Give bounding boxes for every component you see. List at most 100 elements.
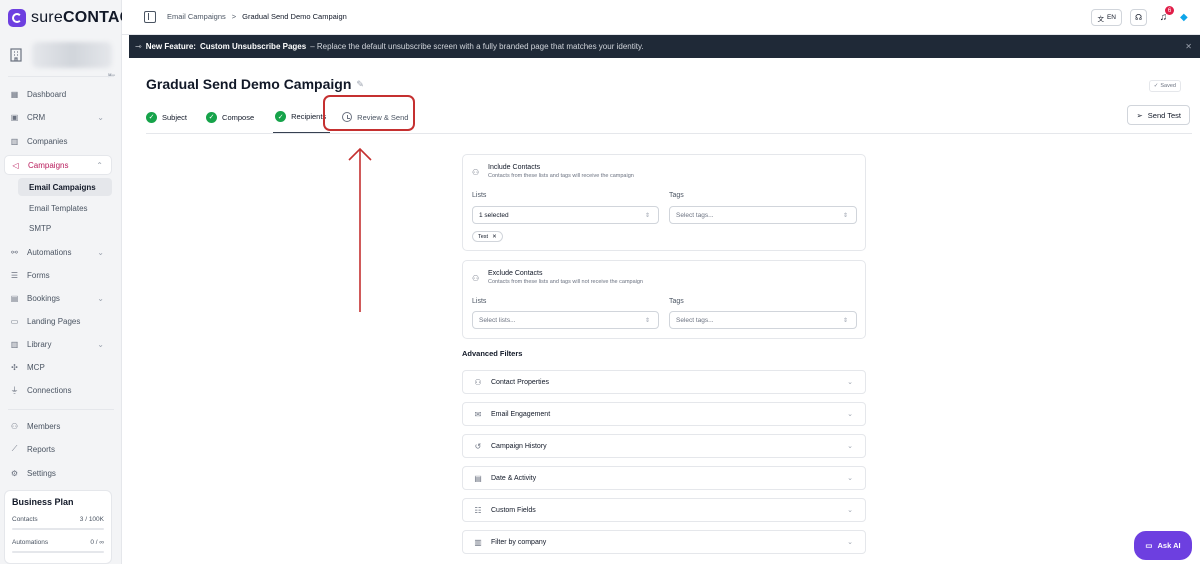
filter-campaign-history[interactable]: ↺ Campaign History ⌄	[462, 434, 866, 458]
user-icon: ⚇	[474, 377, 482, 387]
filter-contact-properties[interactable]: ⚇ Contact Properties ⌄	[462, 370, 866, 394]
exclude-tags-placeholder: Select tags...	[676, 316, 714, 324]
sidebar-item-dashboard[interactable]: ▦ Dashboard	[4, 84, 112, 104]
chevron-down-icon: ⌄	[97, 339, 104, 349]
remove-chip-icon[interactable]: ✕	[492, 234, 497, 240]
sidebar-item-campaigns[interactable]: ◁ Campaigns ⌃	[4, 155, 112, 175]
saved-status-badge: ✓ Saved	[1148, 80, 1181, 92]
sidebar-item-label: Reports	[27, 444, 56, 454]
check-circle-icon: ✓	[146, 111, 157, 123]
building-icon: ▥	[10, 136, 19, 146]
sidebar-item-label: Landing Pages	[27, 316, 81, 326]
include-lists-label: Lists	[472, 192, 487, 199]
sparkle-icon: ⇾	[135, 42, 142, 51]
members-icon: ⚇	[10, 421, 19, 431]
send-test-button[interactable]: ➢ Send Test	[1127, 105, 1190, 125]
close-icon[interactable]: ✕	[1185, 42, 1192, 51]
sidebar-item-crm[interactable]: ▣ CRM ⌄	[4, 107, 112, 127]
edit-pencil-icon[interactable]: ✎	[356, 79, 364, 90]
sidebar-item-label: Automations	[27, 247, 72, 257]
chevron-updown-icon: ⇕	[644, 212, 650, 219]
contacts-usage-bar	[12, 528, 104, 530]
workflow-icon: ⚯	[11, 247, 18, 257]
send-test-label: Send Test	[1147, 110, 1181, 120]
contacts-usage-label: Contacts	[12, 516, 38, 523]
ask-ai-button[interactable]: ▭ Ask AI	[1134, 531, 1192, 560]
logo-text-light: sure	[31, 9, 63, 26]
filter-label: Filter by company	[491, 538, 547, 546]
organization-switcher[interactable]	[8, 40, 118, 70]
chevron-down-icon: ⌄	[847, 539, 853, 546]
check-circle-icon: ✓	[275, 111, 287, 122]
exclude-lists-select[interactable]: Select lists... ⇕	[472, 311, 659, 329]
gem-icon[interactable]: ◆	[1180, 12, 1192, 24]
history-icon: ↺	[474, 441, 482, 451]
sidebar-item-connections[interactable]: ⏚ Connections	[4, 380, 112, 400]
form-icon: ☰	[10, 270, 19, 280]
step-label: Compose	[222, 112, 255, 122]
filter-by-company[interactable]: ▥ Filter by company ⌄	[462, 530, 866, 554]
sidebar-item-companies[interactable]: ▥ Companies	[4, 131, 112, 151]
campaign-name: Gradual Send Demo Campaign	[146, 76, 352, 92]
include-lists-select[interactable]: 1 selected ⇕	[472, 206, 659, 224]
chevron-updown-icon: ⇕	[842, 212, 848, 219]
exclude-tags-label: Tags	[669, 298, 684, 305]
step-compose[interactable]: ✓ Compose	[206, 101, 267, 133]
include-tags-select[interactable]: Select tags... ⇕	[669, 206, 857, 224]
building-icon	[10, 48, 22, 62]
sidebar-item-settings[interactable]: ⚙ Settings	[4, 463, 112, 483]
send-icon: ➢	[1136, 110, 1143, 120]
sidebar-toggle-icon[interactable]	[144, 11, 156, 23]
step-subject[interactable]: ✓ Subject	[146, 101, 200, 133]
collapse-sidebar-icon[interactable]: ⇤	[108, 70, 118, 80]
automations-usage-value: 0 / ∞	[90, 539, 104, 546]
include-lists-value: 1 selected	[479, 211, 509, 219]
announcement-banner: ⇾ New Feature: Custom Unsubscribe Pages …	[129, 35, 1200, 58]
breadcrumb-link[interactable]: Email Campaigns	[167, 12, 226, 21]
chat-icon: ▭	[1145, 541, 1153, 550]
sidebar-item-reports[interactable]: ⟋ Reports	[4, 439, 112, 459]
sidebar-subitem-email-templates[interactable]: Email Templates	[18, 199, 112, 217]
banner-feature: Custom Unsubscribe Pages	[199, 42, 307, 51]
exclude-tags-select[interactable]: Select tags... ⇕	[669, 311, 857, 329]
sidebar-item-forms[interactable]: ☰ Forms	[4, 265, 112, 285]
include-tags-label: Tags	[669, 192, 684, 199]
step-recipients[interactable]: ✓ Recipients	[273, 101, 331, 133]
settings-icon: ⚙	[10, 468, 19, 478]
exclude-contacts-card: ⚇ Exclude Contacts Contacts from these l…	[462, 260, 866, 339]
sidebar-item-library[interactable]: ▥ Library ⌄	[4, 334, 112, 354]
automations-usage-bar	[12, 551, 104, 553]
filter-custom-fields[interactable]: ☷ Custom Fields ⌄	[462, 498, 866, 522]
help-button[interactable]: ☊	[1130, 9, 1147, 26]
mcp-icon: ✣	[11, 362, 18, 372]
sidebar-subitem-smtp[interactable]: SMTP	[18, 219, 112, 237]
sidebar-item-label: Connections	[27, 385, 72, 395]
breadcrumb: Email Campaigns > Gradual Send Demo Camp…	[167, 12, 347, 21]
plug-icon: ⏚	[10, 385, 19, 395]
notifications-button[interactable]: ♫ 6	[1155, 6, 1174, 26]
sidebar-item-label: Bookings	[27, 293, 60, 303]
dashboard-icon: ▦	[10, 89, 19, 99]
sidebar-item-members[interactable]: ⚇ Members	[4, 416, 112, 436]
sidebar-item-landing-pages[interactable]: ▭ Landing Pages	[4, 311, 112, 331]
user-plus-icon: ⚇	[472, 168, 480, 177]
breadcrumb-separator: >	[231, 12, 237, 21]
language-selector[interactable]: 文 EN	[1091, 9, 1122, 26]
sidebar-item-bookings[interactable]: ▤ Bookings ⌄	[4, 288, 112, 308]
sidebar-item-label: Forms	[27, 270, 50, 280]
saved-label: Saved	[1160, 83, 1176, 89]
calendar-icon: ▤	[474, 473, 482, 483]
sidebar-item-mcp[interactable]: ✣ MCP	[4, 357, 112, 377]
layout-icon: ▭	[10, 316, 19, 326]
exclude-contacts-desc: Contacts from these lists and tags will …	[488, 279, 643, 285]
chevron-down-icon: ⌄	[847, 379, 853, 386]
filter-date-activity[interactable]: ▤ Date & Activity ⌄	[462, 466, 866, 490]
sidebar-item-automations[interactable]: ⚯ Automations ⌄	[4, 242, 112, 262]
sidebar-subitem-email-campaigns[interactable]: Email Campaigns	[18, 178, 112, 196]
filter-label: Campaign History	[491, 442, 547, 450]
filter-email-engagement[interactable]: ✉ Email Engagement ⌄	[462, 402, 866, 426]
exclude-lists-label: Lists	[472, 298, 487, 305]
language-code: EN	[1106, 14, 1116, 21]
include-contacts-card: ⚇ Include Contacts Contacts from these l…	[462, 154, 866, 251]
headset-icon: ☊	[1134, 13, 1143, 22]
